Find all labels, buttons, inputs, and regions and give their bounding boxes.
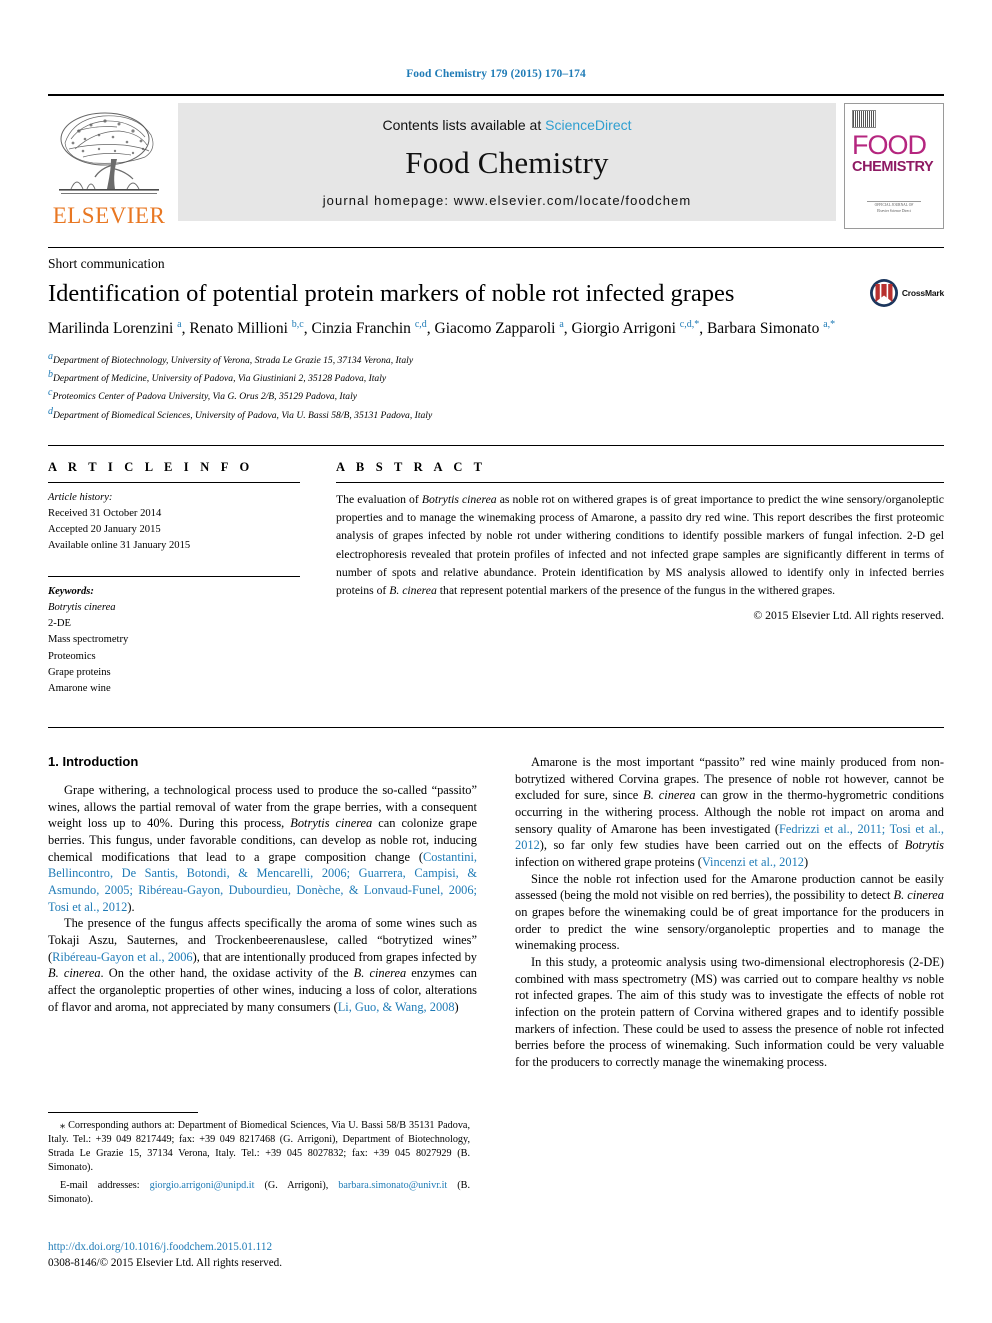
cover-footer-line2: Elsevier Science Direct xyxy=(877,208,911,213)
body-paragraph: Grape withering, a technological process… xyxy=(48,782,477,914)
crossmark-label: CrossMark xyxy=(901,288,944,298)
title-block: Short communication CrossMark Identifica… xyxy=(48,256,944,423)
affiliation-item: dDepartment of Biomedical Sciences, Univ… xyxy=(48,405,433,421)
article-history-label: Article history: xyxy=(48,491,113,503)
left-column-paragraphs: Grape withering, a technological process… xyxy=(48,782,477,1015)
affiliation-item: cProteomics Center of Padova University,… xyxy=(48,387,358,403)
doi-link[interactable]: http://dx.doi.org/10.1016/j.foodchem.201… xyxy=(48,1240,478,1256)
crossmark-badge[interactable]: CrossMark xyxy=(869,278,944,308)
journal-masthead: ELSEVIER Contents lists available at Sci… xyxy=(48,94,944,229)
barcode-icon xyxy=(852,110,876,128)
article-history: Article history: Received 31 October 201… xyxy=(48,483,300,554)
footnote-divider xyxy=(48,1112,198,1113)
body-column-right: Amarone is the most important “passito” … xyxy=(515,754,944,1071)
crossmark-icon xyxy=(869,279,898,307)
body-column-left: 1. Introduction Grape withering, a techn… xyxy=(48,754,477,1071)
journal-title: Food Chemistry xyxy=(405,145,609,180)
body-paragraph: In this study, a proteomic analysis usin… xyxy=(515,954,944,1069)
elsevier-logo: ELSEVIER xyxy=(48,103,170,229)
abstract-heading: A B S T R A C T xyxy=(336,459,487,474)
info-abstract-row: A R T I C L E I N F O Article history: R… xyxy=(48,460,944,697)
keyword-item: 2-DE xyxy=(48,618,71,630)
issn-copyright-line: 0308-8146/© 2015 Elsevier Ltd. All right… xyxy=(48,1256,283,1269)
abstract-text: The evaluation of Botrytis cinerea as no… xyxy=(336,492,944,598)
keywords-label: Keywords: xyxy=(48,586,94,598)
keyword-item: Grape proteins xyxy=(48,666,111,678)
elsevier-tree-icon xyxy=(59,112,159,194)
body-paragraph: The presence of the fungus affects speci… xyxy=(48,916,477,1014)
page-title: Identification of potential protein mark… xyxy=(48,280,735,307)
article-page: Food Chemistry 179 (2015) 170–174 ELSEVI… xyxy=(0,0,992,1323)
keyword-item: Proteomics xyxy=(48,650,96,662)
journal-cover-thumbnail[interactable]: FOOD CHEMISTRY OFFICIAL JOURNAL OF Elsev… xyxy=(844,103,944,229)
right-column-paragraphs: Amarone is the most important “passito” … xyxy=(515,754,944,1071)
elsevier-wordmark: ELSEVIER xyxy=(52,203,166,228)
affiliation-list: aDepartment of Biotechnology, University… xyxy=(48,350,944,423)
body-paragraph: Since the noble rot infection used for t… xyxy=(515,871,944,953)
running-head: Food Chemistry 179 (2015) 170–174 xyxy=(406,68,586,80)
history-items: Received 31 October 2014 Accepted 20 Janu… xyxy=(48,506,300,554)
corresponding-author-note: ⁎ Corresponding authors at: Department o… xyxy=(48,1120,470,1174)
history-item: Available online 31 January 2015 xyxy=(48,540,191,552)
title-divider xyxy=(48,247,944,248)
body-paragraph: Amarone is the most important “passito” … xyxy=(515,754,944,869)
cover-footer: OFFICIAL JOURNAL OF Elsevier Science Dir… xyxy=(845,203,943,214)
cover-title-food: FOOD xyxy=(852,130,927,160)
journal-band: Contents lists available at ScienceDirec… xyxy=(178,103,836,221)
contents-available-line: Contents lists available at ScienceDirec… xyxy=(382,117,631,133)
article-info-heading: A R T I C L E I N F O xyxy=(48,459,254,474)
author-list: Marilinda Lorenzini a, Renato Millioni b… xyxy=(48,318,836,338)
cover-divider xyxy=(867,201,921,202)
contents-prefix: Contents lists available at xyxy=(382,117,546,133)
history-item: Received 31 October 2014 xyxy=(48,507,162,519)
abstract-column: A B S T R A C T The evaluation of Botryt… xyxy=(336,460,944,697)
cover-title-chemistry: CHEMISTRY xyxy=(852,158,934,175)
keyword-item: Amarone wine xyxy=(48,682,111,694)
info-divider xyxy=(48,444,944,446)
keyword-item: Mass spectrometry xyxy=(48,634,129,646)
abstract-copyright: © 2015 Elsevier Ltd. All rights reserved… xyxy=(753,609,944,623)
keywords-block: Keywords: Botrytis cinerea 2-DE Mass spect… xyxy=(48,577,300,697)
keyword-items: Botrytis cinerea 2-DE Mass spectrometry Pro… xyxy=(48,600,300,697)
sciencedirect-link[interactable]: ScienceDirect xyxy=(545,117,631,133)
article-category: Short communication xyxy=(48,256,165,271)
email-addresses-note: E-mail addresses: giorgio.arrigoni@unipd… xyxy=(48,1180,470,1206)
doi-block: http://dx.doi.org/10.1016/j.foodchem.201… xyxy=(48,1240,478,1272)
journal-homepage-link[interactable]: journal homepage: www.elsevier.com/locat… xyxy=(323,193,692,208)
body-columns: 1. Introduction Grape withering, a techn… xyxy=(48,754,944,1071)
keyword-item: Botrytis cinerea xyxy=(48,602,116,614)
footnote-block: ⁎ Corresponding authors at: Department o… xyxy=(48,1112,470,1207)
body-divider xyxy=(48,726,944,728)
article-info-column: A R T I C L E I N F O Article history: R… xyxy=(48,460,300,697)
section-heading-introduction: 1. Introduction xyxy=(48,753,139,769)
affiliation-item: aDepartment of Biotechnology, University… xyxy=(48,351,414,367)
history-item: Accepted 20 January 2015 xyxy=(48,524,161,535)
affiliation-item: bDepartment of Medicine, University of P… xyxy=(48,369,387,385)
